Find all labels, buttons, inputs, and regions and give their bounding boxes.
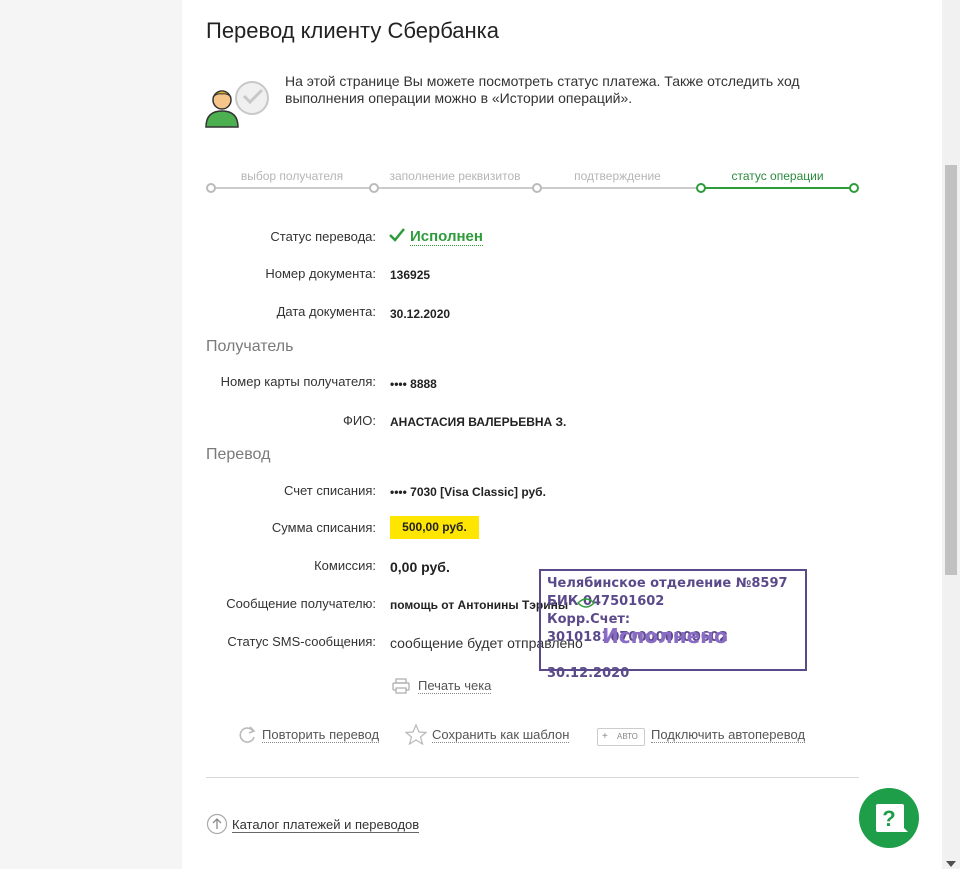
message-label: Сообщение получателю: — [226, 596, 376, 611]
debit-amount-label: Сумма списания: — [271, 520, 376, 535]
card-number-label: Номер карты получателя: — [220, 374, 376, 389]
check-icon — [389, 228, 405, 242]
scrollbar-thumb[interactable] — [945, 165, 957, 575]
recipient-section-title: Получатель — [206, 338, 294, 355]
repeat-icon[interactable] — [237, 724, 257, 746]
print-icon[interactable] — [392, 678, 410, 694]
step-label-confirm: подтверждение — [574, 169, 661, 183]
stamp-status: Исполнено — [602, 624, 728, 648]
auto-plus-icon: + — [602, 731, 608, 742]
step-dot-active — [696, 183, 706, 193]
catalog-link[interactable]: Каталог платежей и переводов — [232, 817, 420, 833]
help-chat-button[interactable]: ? — [859, 788, 919, 848]
repeat-transfer-link[interactable]: Повторить перевод — [262, 727, 380, 743]
help-chat-icon: ? — [876, 804, 908, 832]
sms-status-label: Статус SMS-сообщения: — [227, 634, 376, 649]
step-line-active — [700, 187, 853, 189]
svg-text:?: ? — [882, 806, 895, 831]
debit-account-value: •••• 7030 [Visa Classic] руб. — [390, 485, 546, 499]
step-dot — [206, 183, 216, 193]
step-label-status: статус операции — [731, 169, 824, 183]
transfer-section-title: Перевод — [206, 446, 271, 463]
doc-date-value: 30.12.2020 — [390, 307, 451, 321]
step-dot-active — [849, 183, 859, 193]
divider — [206, 777, 859, 778]
stamp-leaf-icon — [576, 598, 596, 608]
step-dot — [369, 183, 379, 193]
debit-amount-value: 500,00 руб. — [390, 516, 479, 539]
step-line-inactive — [210, 187, 700, 189]
intro-text: На этой странице Вы можете посмотреть ст… — [285, 73, 800, 106]
page-title: Перевод клиенту Сбербанка — [206, 18, 500, 43]
stamp-line-branch: Челябинское отделение №8597 — [547, 576, 788, 591]
status-label: Статус перевода: — [270, 229, 376, 244]
auto-badge[interactable]: + АВТО — [597, 728, 645, 746]
step-dot — [532, 183, 542, 193]
bank-stamp: Челябинское отделение №8597 БИК 04750160… — [539, 569, 807, 681]
doc-number-label: Номер документа: — [265, 266, 376, 281]
save-template-link[interactable]: Сохранить как шаблон — [432, 727, 570, 743]
auto-transfer-link[interactable]: Подключить автоперевод — [651, 727, 806, 743]
step-label-fill-details: заполнение реквизитов — [389, 169, 521, 183]
stamp-line-date: 30.12.2020 — [547, 666, 630, 681]
auto-badge-label: АВТО — [617, 732, 638, 741]
arrow-up-icon[interactable] — [206, 813, 228, 835]
step-label-select-recipient: выбор получателя — [240, 169, 344, 183]
commission-label: Комиссия: — [314, 558, 376, 573]
print-receipt-link[interactable]: Печать чека — [418, 678, 492, 694]
fio-label: ФИО: — [343, 413, 376, 428]
commission-value: 0,00 руб. — [390, 559, 450, 575]
debit-account-label: Счет списания: — [283, 483, 376, 498]
doc-date-label: Дата документа: — [276, 304, 376, 319]
card-number-value: •••• 8888 — [390, 377, 437, 391]
scrollbar[interactable] — [942, 0, 960, 869]
fio-value: АНАСТАСИЯ ВАЛЕРЬЕВНА З. — [390, 415, 567, 429]
status-value-link[interactable]: Исполнен — [410, 228, 483, 246]
star-icon[interactable] — [405, 724, 427, 745]
user-icon — [205, 81, 269, 128]
doc-number-value: 136925 — [390, 268, 431, 282]
scroll-down-icon[interactable] — [946, 861, 956, 867]
